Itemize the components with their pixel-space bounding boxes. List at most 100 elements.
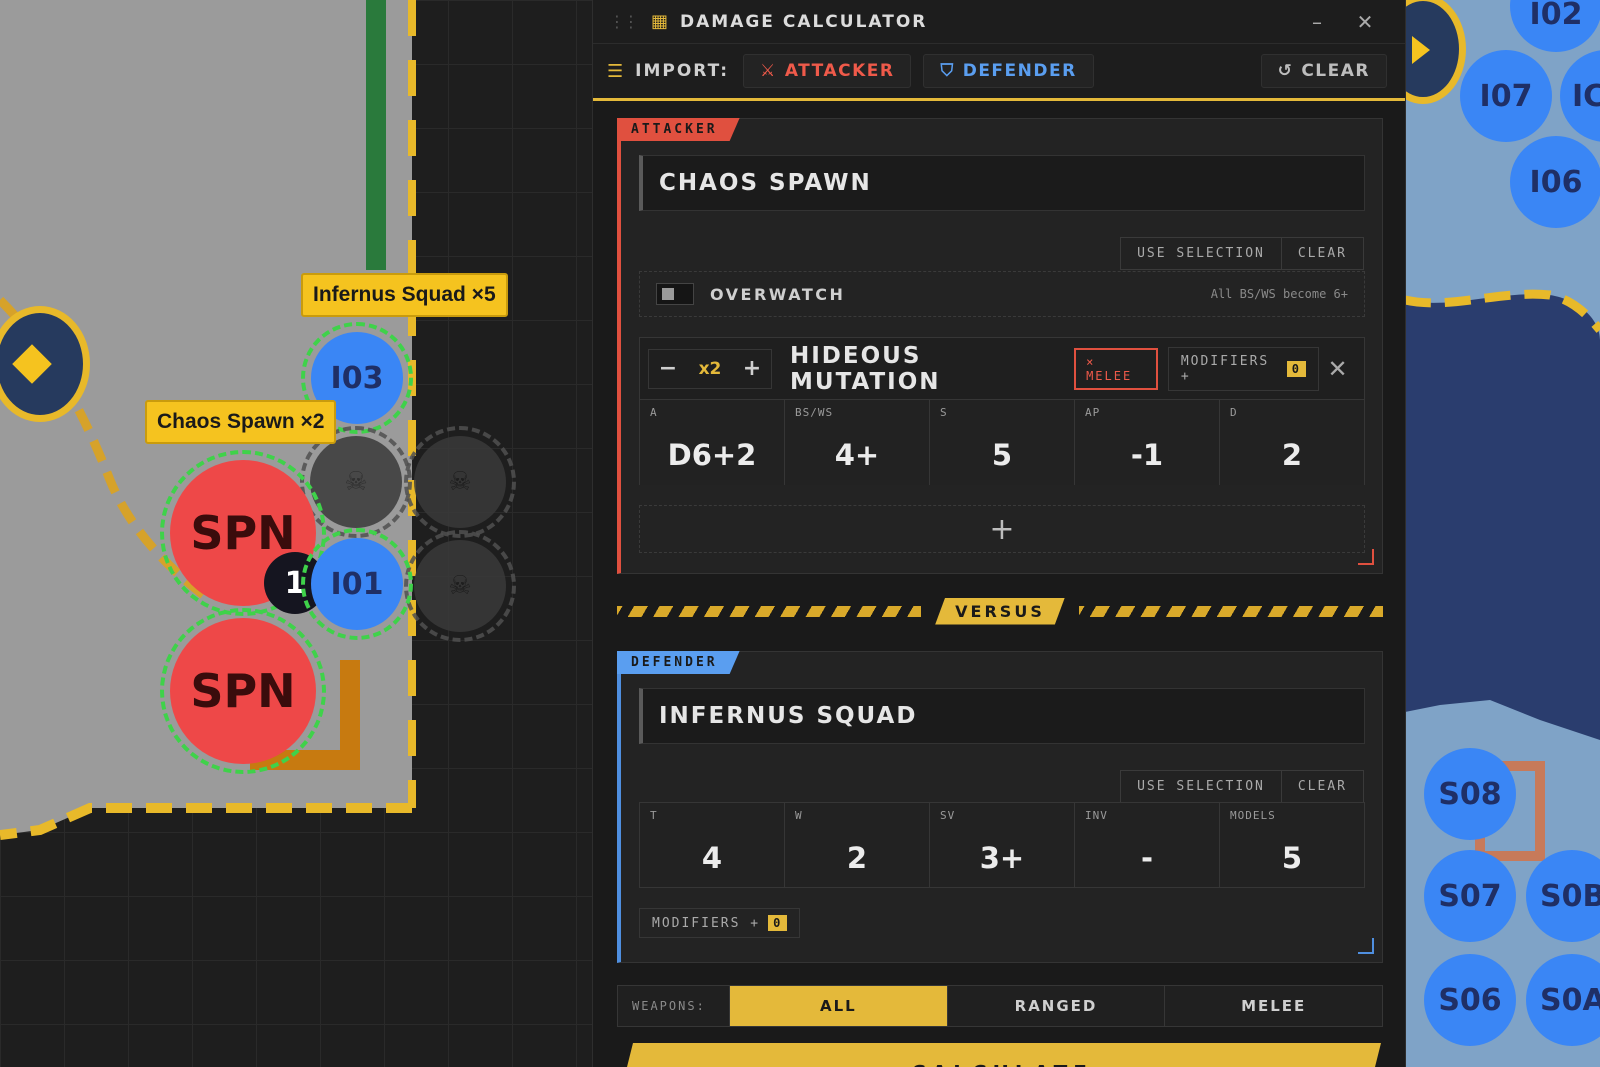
overwatch-toggle[interactable] (656, 283, 694, 305)
stat-value: 3+ (979, 841, 1025, 875)
stat-cell[interactable]: S 5 (930, 400, 1075, 485)
close-icon[interactable]: ✕ (1341, 10, 1389, 34)
import-label: IMPORT: (635, 61, 730, 81)
stat-cell[interactable]: SV 3+ (930, 803, 1075, 887)
remove-weapon-icon[interactable]: ✕ (1319, 355, 1356, 383)
stat-value: 2 (1281, 438, 1303, 472)
import-attacker-label: ATTACKER (784, 61, 895, 81)
unit-token-s08[interactable]: S08 (1424, 748, 1516, 840)
unit-token-skull[interactable]: ☠ (404, 426, 516, 538)
import-defender-label: DEFENDER (962, 61, 1077, 81)
versus-divider: VERSUS (617, 597, 1384, 625)
crossed-swords-icon: ⚔ (760, 61, 777, 81)
skull-icon: ☠ (448, 571, 472, 601)
weapon-card: − x2 + HIDEOUS MUTATION × MELEE MODIFIER… (639, 337, 1365, 485)
stat-cell[interactable]: BS/WS 4+ (785, 400, 930, 485)
defender-stats: T 4 W 2 SV 3+ INV - MODELS 5 (639, 802, 1365, 888)
unit-token-i07[interactable]: I07 (1460, 50, 1552, 142)
stat-label: A (650, 406, 658, 419)
stat-label: S (940, 406, 948, 419)
calculate-button[interactable]: CALCULATE (623, 1043, 1381, 1067)
weapon-modifiers-button[interactable]: MODIFIERS + 0 (1167, 346, 1319, 391)
stat-value: D6+2 (667, 438, 757, 472)
stat-value: 5 (991, 438, 1013, 472)
attacker-section: ATTACKER CHAOS SPAWN USE SELECTION CLEAR… (617, 118, 1383, 574)
import-clear-label: CLEAR (1301, 61, 1370, 81)
import-clear-button[interactable]: ↺ CLEAR (1260, 54, 1387, 88)
defender-modifiers-button[interactable]: MODIFIERS + 0 (639, 908, 801, 938)
panel-title: DAMAGE CALCULATOR (680, 11, 928, 32)
versus-label: VERSUS (935, 598, 1065, 625)
unit-token-skull[interactable]: ☠ (300, 426, 412, 538)
stat-value: 4+ (834, 438, 880, 472)
decrement-button[interactable]: − (649, 356, 687, 381)
unit-token-s07[interactable]: S07 (1424, 850, 1516, 942)
unit-label-infernus: Infernus Squad ×5 (301, 273, 508, 317)
weapon-type-toggle[interactable]: × MELEE (1074, 347, 1158, 390)
skull-icon: ☠ (448, 467, 472, 497)
overwatch-hint: All BS/WS become 6+ (1210, 287, 1348, 301)
stat-label: W (795, 809, 803, 822)
stat-value: 5 (1281, 841, 1303, 875)
filter-melee-button[interactable]: MELEE (1165, 986, 1382, 1026)
drag-handle-icon[interactable]: ⋮⋮ (609, 12, 639, 31)
attacker-use-selection-button[interactable]: USE SELECTION (1120, 237, 1282, 270)
skull-icon: ☠ (344, 467, 368, 497)
overwatch-label: OVERWATCH (710, 284, 846, 304)
resize-corner-icon[interactable] (1358, 549, 1374, 565)
defender-section: DEFENDER INFERNUS SQUAD USE SELECTION CL… (617, 651, 1383, 963)
stat-label: SV (940, 809, 956, 822)
stat-value: -1 (1130, 438, 1164, 472)
minimize-button[interactable]: – (1293, 10, 1341, 34)
weapon-name: HIDEOUS MUTATION (790, 342, 941, 395)
modifiers-label: MODIFIERS + (1180, 353, 1270, 384)
stat-cell[interactable]: W 2 (785, 803, 930, 887)
increment-button[interactable]: + (733, 356, 771, 381)
defender-use-selection-button[interactable]: USE SELECTION (1120, 770, 1282, 803)
resize-corner-icon[interactable] (1358, 938, 1374, 954)
weapons-filter-label: WEAPONS: (618, 986, 730, 1026)
defender-clear-button[interactable]: CLEAR (1281, 770, 1364, 803)
stat-value: 2 (846, 841, 868, 875)
stat-value: 4 (701, 841, 723, 875)
unit-token-skull[interactable]: ☠ (404, 530, 516, 642)
stat-cell[interactable]: INV - (1075, 803, 1220, 887)
play-icon (1412, 36, 1430, 64)
import-defender-button[interactable]: ⛉ DEFENDER (923, 54, 1094, 88)
calculator-icon: ▦ (651, 11, 669, 32)
unit-token-spn-2[interactable]: SPN (160, 608, 326, 774)
stat-cell[interactable]: T 4 (640, 803, 785, 887)
import-bar: ☰ IMPORT: ⚔ ATTACKER ⛉ DEFENDER ↺ CLEAR (593, 44, 1405, 101)
weapon-header: − x2 + HIDEOUS MUTATION × MELEE MODIFIER… (640, 338, 1364, 400)
defender-selection-row: USE SELECTION CLEAR (1120, 770, 1364, 803)
stat-label: T (650, 809, 658, 822)
stat-label: AP (1085, 406, 1101, 419)
panel-titlebar[interactable]: ⋮⋮ ▦ DAMAGE CALCULATOR – ✕ (593, 0, 1405, 44)
unit-token-i06[interactable]: I06 (1510, 136, 1600, 228)
defender-name-field[interactable]: INFERNUS SQUAD (639, 688, 1365, 744)
stat-cell[interactable]: MODELS 5 (1220, 803, 1364, 887)
attacker-clear-button[interactable]: CLEAR (1281, 237, 1364, 270)
stat-cell[interactable]: A D6+2 (640, 400, 785, 485)
filter-all-button[interactable]: ALL (730, 986, 948, 1026)
unit-token-i01[interactable]: I01 (301, 528, 413, 640)
app-stage: I03 ☠ ☠ ☠ SPN SPN 1 I01 Infernus Squad ×… (0, 0, 1600, 1067)
damage-calculator-panel: ⋮⋮ ▦ DAMAGE CALCULATOR – ✕ ☰ IMPORT: ⚔ A… (592, 0, 1406, 1067)
filter-ranged-button[interactable]: RANGED (948, 986, 1166, 1026)
stat-label: D (1230, 406, 1238, 419)
stat-cell[interactable]: D 2 (1220, 400, 1364, 485)
weapons-filter: WEAPONS: ALL RANGED MELEE (617, 985, 1383, 1027)
modifiers-label: MODIFIERS + (652, 915, 761, 931)
attacker-name-field[interactable]: CHAOS SPAWN (639, 155, 1365, 211)
modifiers-count-badge: 0 (768, 915, 788, 931)
import-attacker-button[interactable]: ⚔ ATTACKER (743, 54, 912, 88)
reset-icon: ↺ (1277, 61, 1294, 81)
stat-cell[interactable]: AP -1 (1075, 400, 1220, 485)
attacker-selection-row: USE SELECTION CLEAR (1120, 237, 1364, 270)
weapon-stats: A D6+2 BS/WS 4+ S 5 AP -1 D 2 (640, 400, 1364, 485)
shield-icon: ⛉ (940, 61, 955, 81)
unit-token-s06[interactable]: S06 (1424, 954, 1516, 1046)
add-weapon-button[interactable]: + (639, 505, 1365, 553)
stat-label: MODELS (1230, 809, 1276, 822)
hazard-stripe (1078, 605, 1384, 617)
